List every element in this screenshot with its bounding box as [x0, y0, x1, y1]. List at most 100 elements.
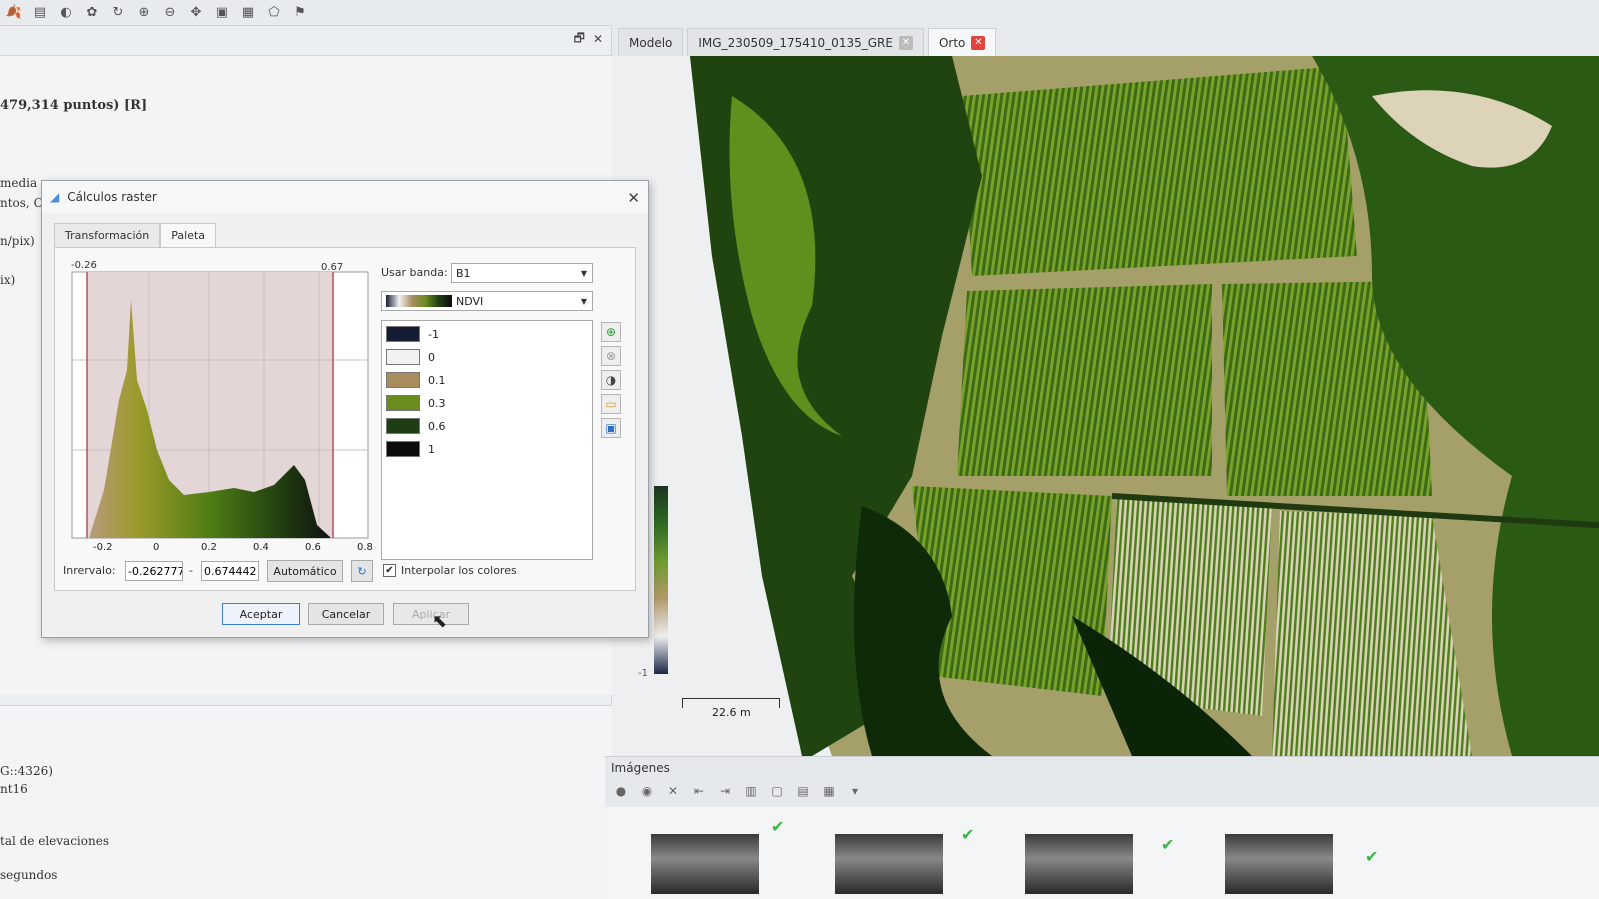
grid-view-icon[interactable]: ▦ — [821, 783, 837, 799]
property-line: n/pix) — [0, 234, 35, 248]
tab-modelo[interactable]: Modelo — [618, 28, 684, 56]
x-tick-label: 0 — [153, 542, 160, 553]
close-panel-icon[interactable]: ✕ — [593, 32, 603, 46]
refresh-icon[interactable]: ↻ — [351, 560, 373, 582]
property-line: ix) — [0, 273, 16, 287]
mouse-cursor-icon: ⬉ — [432, 611, 448, 632]
interval-min-input[interactable] — [125, 561, 183, 581]
raster-calc-dialog: ◢ Cálculos raster ✕ Transformación Palet… — [41, 180, 649, 638]
view-icon[interactable]: ▢ — [769, 783, 785, 799]
pan-icon[interactable]: ✥ — [186, 3, 206, 23]
palette-entry[interactable]: 0 — [386, 348, 435, 366]
property-line: ntos, C — [0, 196, 43, 210]
polygon-icon[interactable]: ⬠ — [264, 3, 284, 23]
add-color-icon[interactable]: ⊕ — [601, 322, 621, 342]
dialog-tabs: Transformación Paleta — [54, 223, 217, 247]
interval-separator: - — [189, 564, 193, 577]
color-swatch[interactable] — [386, 418, 420, 434]
interpolate-checkbox[interactable]: ✔ — [383, 564, 396, 577]
leaf-icon[interactable]: 🍂 — [4, 3, 24, 23]
checkmark-icon: ✔ — [961, 825, 975, 844]
image-icon[interactable]: ▣ — [212, 3, 232, 23]
refresh-icon[interactable]: ↻ — [108, 3, 128, 23]
raster-icon: ◢ — [50, 190, 60, 204]
interpolate-label: Interpolar los colores — [401, 564, 517, 577]
enable-icon[interactable]: ◉ — [639, 783, 655, 799]
tab-image[interactable]: IMG_230509_175410_0135_GRE ✕ — [687, 28, 924, 56]
palette-value: 0.1 — [428, 373, 446, 387]
image-thumbnail[interactable] — [1025, 834, 1133, 894]
move-right-icon[interactable]: ⇥ — [717, 783, 733, 799]
close-icon[interactable]: ✕ — [627, 189, 640, 207]
palette-icon[interactable]: ✿ — [82, 3, 102, 23]
cancel-button[interactable]: Cancelar — [308, 603, 384, 625]
info-line: G::4326) — [0, 764, 53, 778]
info-line: nt16 — [0, 782, 28, 796]
interval-max-input[interactable] — [201, 561, 259, 581]
document-icon[interactable]: ▤ — [30, 3, 50, 23]
close-icon[interactable]: ✕ — [898, 35, 913, 50]
x-tick-label: 0.8 — [357, 542, 373, 553]
apply-button[interactable]: Aplicar — [393, 603, 469, 625]
map-view[interactable] — [612, 56, 1599, 756]
zoom-in-icon[interactable]: ⊕ — [134, 3, 154, 23]
grid-icon[interactable]: ▦ — [238, 3, 258, 23]
image-thumbnail[interactable] — [835, 834, 943, 894]
save-icon[interactable]: ▣ — [601, 418, 621, 438]
remove-color-icon[interactable]: ⊗ — [601, 346, 621, 366]
palette-select[interactable]: NDVI ▼ — [381, 291, 593, 311]
tab-orto[interactable]: Orto ✕ — [927, 28, 997, 56]
edit-color-icon[interactable]: ◑ — [601, 370, 621, 390]
auto-button[interactable]: Automático — [267, 560, 343, 582]
x-tick-label: -0.2 — [93, 542, 113, 553]
range-min-label: -0.26 — [71, 260, 97, 271]
palette-entry[interactable]: 0.6 — [386, 417, 446, 435]
dialog-titlebar[interactable]: ◢ Cálculos raster — [42, 181, 648, 213]
list-icon[interactable]: ▤ — [795, 783, 811, 799]
left-panel-header: 🗗 ✕ — [0, 27, 611, 51]
palette-value: 0 — [428, 350, 435, 364]
float-panel-icon[interactable]: 🗗 — [574, 29, 585, 50]
image-thumbnail[interactable] — [651, 834, 759, 894]
flag-icon[interactable]: ⚑ — [290, 3, 310, 23]
zoom-out-icon[interactable]: ⊖ — [160, 3, 180, 23]
tab-label: Orto — [938, 35, 966, 50]
accept-button[interactable]: Aceptar — [222, 603, 300, 625]
palette-entry[interactable]: 1 — [386, 440, 435, 458]
palette-preview-gradient — [386, 295, 452, 307]
palette-entry[interactable]: -1 — [386, 325, 439, 343]
color-swatch[interactable] — [386, 441, 420, 457]
x-tick-label: 0.6 — [305, 542, 321, 553]
dataset-title: 479,314 puntos) [R] — [0, 98, 148, 113]
images-panel-title: Imágenes — [611, 761, 670, 775]
open-folder-icon[interactable]: ▭ — [601, 394, 621, 414]
group-icon[interactable]: ▥ — [743, 783, 759, 799]
tab-transformacion[interactable]: Transformación — [54, 223, 161, 247]
dialog-title: Cálculos raster — [67, 190, 157, 204]
band-select[interactable]: B1 ▼ — [451, 263, 593, 283]
ndvi-histogram[interactable]: -0.26 0.67 — [69, 260, 369, 550]
checkmark-icon: ✔ — [771, 817, 785, 836]
palette-entry[interactable]: 0.3 — [386, 394, 446, 412]
tab-paleta[interactable]: Paleta — [160, 223, 217, 247]
brush-icon[interactable]: ◐ — [56, 3, 76, 23]
close-icon[interactable]: ✕ — [971, 35, 986, 50]
tab-label: Modelo — [629, 35, 673, 50]
disable-icon[interactable]: ● — [613, 783, 629, 799]
color-swatch[interactable] — [386, 326, 420, 342]
chevron-down-icon[interactable]: ▾ — [847, 783, 863, 799]
move-left-icon[interactable]: ⇤ — [691, 783, 707, 799]
palette-list: -1 0 0.1 0.3 0.6 1 — [381, 320, 593, 560]
remove-icon[interactable]: ✕ — [665, 783, 681, 799]
images-toolbar: ● ◉ ✕ ⇤ ⇥ ▥ ▢ ▤ ▦ ▾ — [613, 783, 863, 799]
palette-entry[interactable]: 0.1 — [386, 371, 446, 389]
info-line: segundos — [0, 868, 58, 882]
ndvi-orthomosaic[interactable] — [612, 56, 1599, 756]
tab-label: IMG_230509_175410_0135_GRE — [698, 35, 893, 50]
image-thumbnail[interactable] — [1225, 834, 1333, 894]
color-swatch[interactable] — [386, 349, 420, 365]
palette-value: 0.6 — [428, 419, 446, 433]
color-swatch[interactable] — [386, 395, 420, 411]
document-tabbar: Modelo IMG_230509_175410_0135_GRE ✕ Orto… — [612, 24, 1599, 56]
color-swatch[interactable] — [386, 372, 420, 388]
